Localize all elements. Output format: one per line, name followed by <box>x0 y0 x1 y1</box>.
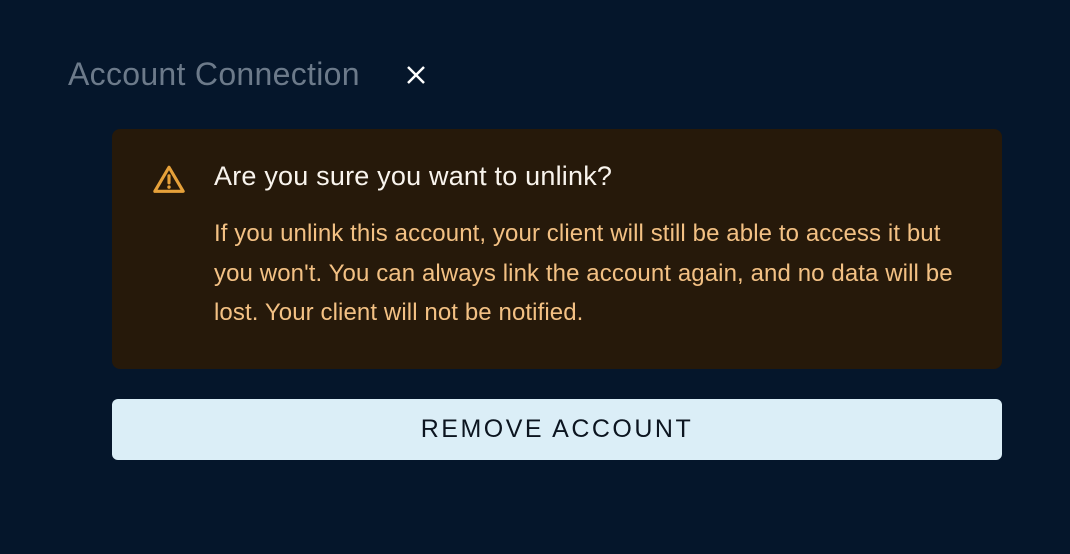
close-icon <box>404 63 428 87</box>
dialog-title: Account Connection <box>68 56 360 93</box>
warning-content: Are you sure you want to unlink? If you … <box>214 161 962 333</box>
close-button[interactable] <box>400 59 432 91</box>
dialog-header: Account Connection <box>68 56 1002 93</box>
warning-body: If you unlink this account, your client … <box>214 214 962 333</box>
unlink-account-dialog: Account Connection Are you sure you want… <box>0 0 1070 516</box>
warning-triangle-icon <box>152 163 186 197</box>
warning-heading: Are you sure you want to unlink? <box>214 161 962 192</box>
warning-card: Are you sure you want to unlink? If you … <box>112 129 1002 369</box>
remove-account-button[interactable]: REMOVE ACCOUNT <box>112 399 1002 460</box>
